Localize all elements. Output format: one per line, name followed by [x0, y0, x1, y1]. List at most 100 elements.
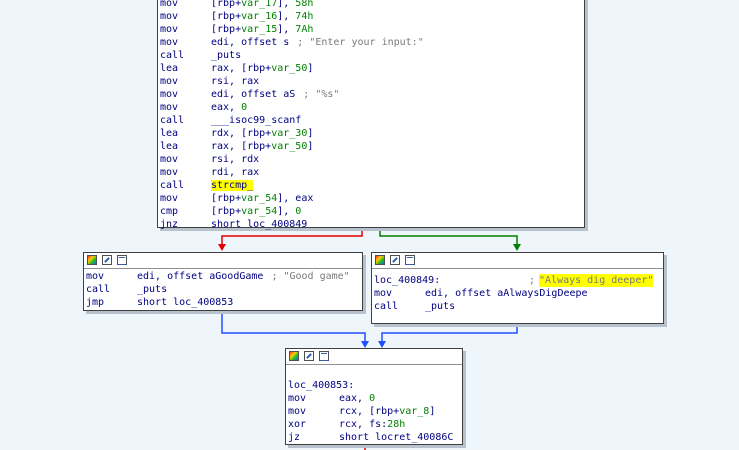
block-header — [84, 253, 362, 269]
instruction-line[interactable]: jnz short loc_400849 — [160, 218, 582, 231]
operands[interactable]: [rbp+var_17], 58h — [211, 0, 313, 9]
mnemonic: mov — [160, 76, 179, 87]
operands[interactable]: [rbp+var_15], 7Ah — [211, 24, 313, 35]
operands[interactable]: [rbp+var_16], 74h — [211, 11, 313, 22]
operands[interactable]: short loc_400853 — [137, 297, 233, 308]
mnemonic: mov — [288, 393, 307, 404]
code-block-main[interactable]: mov [rbp+var_17], 58h mov [rbp+var_16], 74h… — [157, 0, 585, 231]
operands[interactable]: eax, 0 — [339, 393, 375, 404]
code-label-line[interactable]: loc_400853: — [288, 379, 460, 392]
mnemonic: jmp — [86, 297, 105, 308]
code-label[interactable]: loc_400849: — [374, 275, 440, 286]
mnemonic: lea — [160, 141, 179, 152]
operands[interactable]: _puts — [137, 284, 167, 295]
instruction-line[interactable]: call strcmp_ — [160, 179, 582, 192]
edge-false-arrowhead — [218, 244, 226, 251]
operands[interactable]: strcmp_ — [211, 180, 254, 191]
edit-graph-icon[interactable] — [390, 255, 400, 265]
group-nodes-icon[interactable] — [405, 255, 415, 265]
operands[interactable]: short loc_400849 — [211, 219, 307, 230]
instruction-line[interactable]: mov [rbp+var_54], eax — [160, 192, 582, 205]
operands[interactable]: short locret_40086C — [339, 432, 453, 443]
operands[interactable]: rsi, rax — [211, 76, 259, 87]
color-palette-icon[interactable] — [375, 255, 385, 265]
code-label-line[interactable]: loc_400849:; "Always dig deeper" — [374, 274, 661, 287]
mnemonic: call — [160, 50, 185, 61]
operands[interactable]: rax, [rbp+var_50] — [211, 141, 313, 152]
instruction-line[interactable]: call _puts — [86, 283, 360, 296]
operands[interactable]: edi, offset aGoodGame — [137, 271, 263, 282]
code-block-epilogue[interactable]: loc_400853: mov eax, 0 mov rcx, [rbp+var_8]… — [285, 348, 463, 445]
operands[interactable]: edi, offset aS — [211, 89, 295, 100]
instruction-line[interactable]: call _puts — [374, 300, 661, 313]
operands[interactable]: rdi, rax — [211, 167, 259, 178]
edge-jmp-good-arrowhead — [361, 341, 369, 348]
comment: ; "Good game" — [271, 271, 350, 282]
mnemonic: lea — [160, 63, 179, 74]
mnemonic: mov — [374, 288, 393, 299]
mnemonic: mov — [160, 154, 179, 165]
mnemonic: mov — [160, 11, 179, 22]
mnemonic: call — [374, 301, 399, 312]
edit-graph-icon[interactable] — [102, 255, 112, 265]
instruction-line[interactable]: cmp [rbp+var_54], 0 — [160, 205, 582, 218]
instruction-line[interactable]: mov [rbp+var_16], 74h — [160, 10, 582, 23]
operands[interactable]: ___isoc99_scanf — [211, 115, 301, 126]
edge-fall-deeper-arrowhead — [378, 341, 386, 348]
instruction-line[interactable]: mov edi, offset aAlwaysDigDeepe — [374, 287, 661, 300]
group-nodes-icon[interactable] — [117, 255, 127, 265]
code-block-good-game[interactable]: mov edi, offset aGoodGame ; "Good game" cal… — [83, 252, 363, 311]
highlighted-string-comment[interactable]: "Always dig deeper" — [539, 274, 654, 287]
mnemonic: mov — [86, 271, 105, 282]
instruction-line[interactable]: lea rax, [rbp+var_50] — [160, 62, 582, 75]
mnemonic: mov — [288, 406, 307, 417]
operands[interactable]: _puts — [211, 50, 241, 61]
operands[interactable]: rcx, [rbp+var_8] — [339, 406, 435, 417]
code-label[interactable]: loc_400853: — [288, 380, 354, 391]
edge-false-branch — [221, 228, 363, 248]
instruction-line[interactable]: mov rsi, rdx — [160, 153, 582, 166]
instruction-line[interactable]: mov rsi, rax — [160, 75, 582, 88]
instruction-line[interactable]: mov eax, 0 — [160, 101, 582, 114]
color-palette-icon[interactable] — [289, 351, 299, 361]
group-nodes-icon[interactable] — [319, 351, 329, 361]
instruction-line[interactable]: jz short locret_40086C — [288, 431, 460, 444]
color-palette-icon[interactable] — [87, 255, 97, 265]
instruction-line[interactable]: mov [rbp+var_15], 7Ah — [160, 23, 582, 36]
code-block-dig-deeper[interactable]: loc_400849:; "Always dig deeper" mov edi,… — [371, 252, 664, 324]
instruction-line[interactable]: call _puts — [160, 49, 582, 62]
operands[interactable]: rsi, rdx — [211, 154, 259, 165]
mnemonic: xor — [288, 419, 307, 430]
instruction-line[interactable]: mov [rbp+var_17], 58h — [160, 0, 582, 10]
instruction-line[interactable]: mov edi, offset s ; "Enter your input:" — [160, 36, 582, 49]
operands[interactable]: rax, [rbp+var_50] — [211, 63, 313, 74]
operands[interactable]: [rbp+var_54], eax — [211, 193, 313, 204]
operands[interactable]: edi, offset s — [211, 37, 289, 48]
edit-graph-icon[interactable] — [304, 351, 314, 361]
instruction-line[interactable]: call ___isoc99_scanf — [160, 114, 582, 127]
mnemonic: jz — [288, 432, 301, 443]
code-block-good-game-lines: mov edi, offset aGoodGame ; "Good game" cal… — [84, 269, 362, 309]
instruction-line[interactable]: mov edi, offset aGoodGame ; "Good game" — [86, 270, 360, 283]
instruction-line[interactable]: xor rcx, fs:28h — [288, 418, 460, 431]
operands[interactable]: rdx, [rbp+var_30] — [211, 128, 313, 139]
instruction-line[interactable]: mov rcx, [rbp+var_8] — [288, 405, 460, 418]
instruction-line[interactable]: jmp short loc_400853 — [86, 296, 360, 309]
instruction-line[interactable]: lea rax, [rbp+var_50] — [160, 140, 582, 153]
edge-true-arrowhead — [513, 244, 521, 251]
instruction-line[interactable]: mov eax, 0 — [288, 392, 460, 405]
operands[interactable]: eax, 0 — [211, 102, 247, 113]
instruction-line[interactable]: mov rdi, rax — [160, 166, 582, 179]
operands[interactable]: [rbp+var_54], 0 — [211, 206, 301, 217]
comment: ; "Enter your input:" — [297, 37, 424, 48]
mnemonic: jnz — [160, 219, 179, 230]
operands[interactable]: _puts — [425, 301, 455, 312]
mnemonic: lea — [160, 128, 179, 139]
instruction-line[interactable]: mov edi, offset aS ; "%s" — [160, 88, 582, 101]
operands[interactable]: edi, offset aAlwaysDigDeepe — [425, 288, 588, 299]
operands[interactable]: rcx, fs:28h — [339, 419, 405, 430]
mnemonic: mov — [160, 24, 179, 35]
instruction-line[interactable]: lea rdx, [rbp+var_30] — [160, 127, 582, 140]
comment: ; "%s" — [303, 89, 340, 100]
